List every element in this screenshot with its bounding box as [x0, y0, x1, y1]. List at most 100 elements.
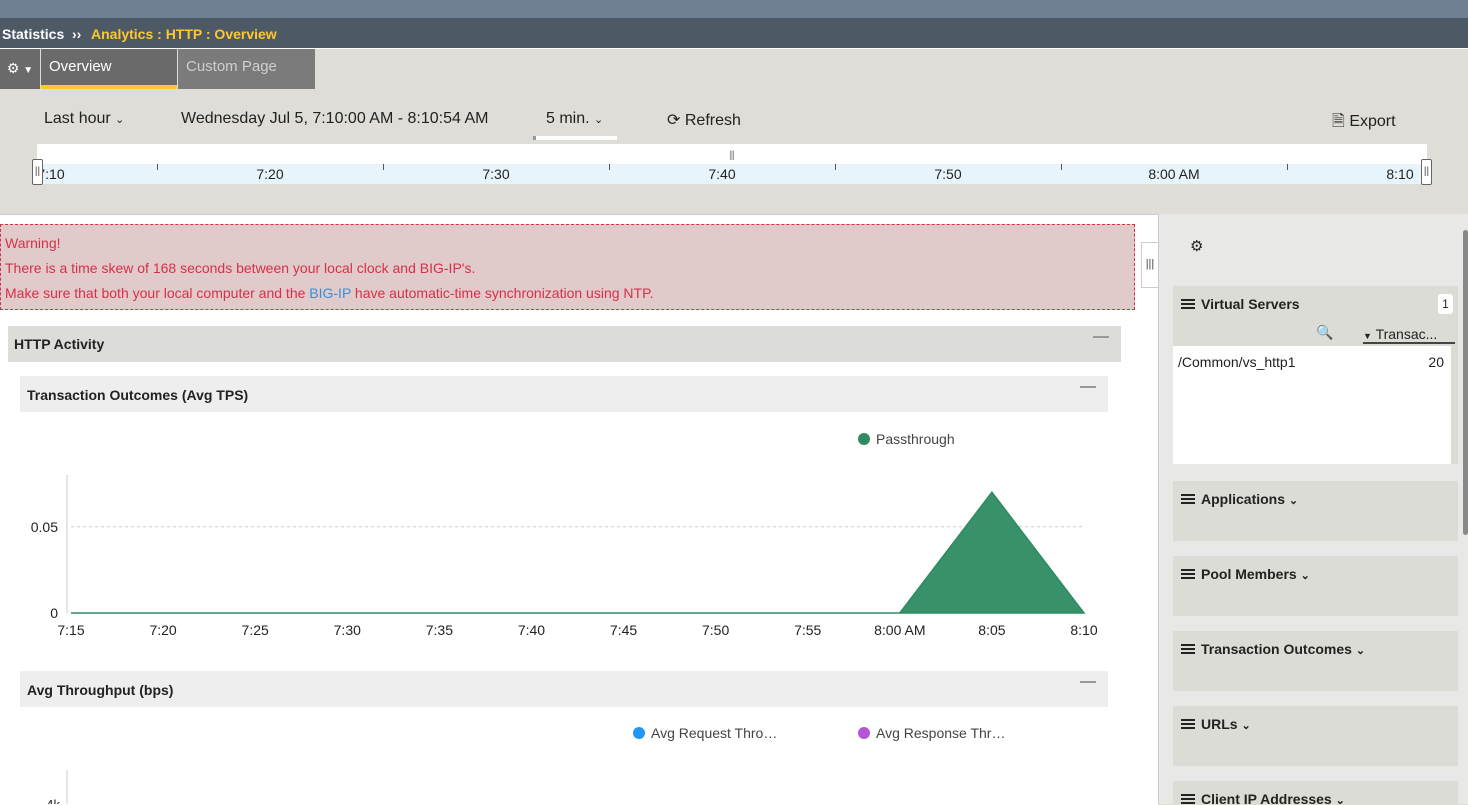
x-tick-label: 7:35	[426, 622, 453, 638]
timeline-start-handle[interactable]: ||	[32, 159, 43, 185]
legend-avg-response[interactable]: Avg Response Thr…	[858, 725, 1005, 741]
http-activity-header: HTTP Activity	[8, 326, 1121, 362]
x-tick-label: 7:20	[149, 622, 176, 638]
transaction-outcomes-header: Transaction Outcomes (Avg TPS)	[20, 376, 1108, 412]
caret-down-icon: ▼	[23, 65, 34, 76]
legend-avg-request[interactable]: Avg Request Thro…	[633, 725, 777, 741]
y-tick-label: 4k	[46, 797, 60, 804]
widget-title[interactable]: Client IP Addresses ⌄	[1181, 791, 1345, 804]
x-tick-label: 7:25	[242, 622, 269, 638]
widget-title-label: Applications	[1201, 491, 1286, 507]
hamburger-icon	[1181, 494, 1195, 504]
list-item[interactable]: /Common/vs_http1 20	[1178, 354, 1444, 370]
time-range-label: Last hour	[44, 110, 111, 127]
legend-label: Avg Request Thro…	[651, 725, 778, 741]
transaction-outcomes-chart: 0 0.05 7:15 7:20 7:25 7:30 7:35 7:40 7:45 7:50 7:5…	[31, 475, 1098, 638]
gear-icon[interactable]: ⚙	[1190, 237, 1203, 255]
chevron-down-icon: ⌄	[594, 114, 604, 126]
tab-custom-page[interactable]: Custom Page	[178, 49, 315, 89]
big-ip-link[interactable]: BIG-IP	[309, 285, 351, 301]
timeline-label: 8:10	[1386, 166, 1414, 182]
pdf-file-icon: 🗎	[1332, 113, 1345, 130]
warning-line: There is a time skew of 168 seconds betw…	[5, 260, 476, 276]
panel-title: Transaction Outcomes (Avg TPS)	[27, 387, 249, 403]
legend-dot-icon	[858, 433, 870, 445]
scrollbar[interactable]	[1463, 230, 1468, 535]
collapse-icon[interactable]	[1080, 681, 1096, 683]
timeline-end-handle[interactable]: ||	[1421, 159, 1432, 185]
hamburger-icon	[1181, 794, 1195, 804]
widget-title[interactable]: Applications ⌄	[1181, 491, 1298, 507]
refresh-icon: ⟳	[667, 112, 681, 129]
x-tick-label: 7:40	[518, 622, 545, 638]
interval-dropdown[interactable]: 5 min. ⌄	[546, 110, 603, 128]
top-strip	[0, 0, 1468, 18]
virtual-servers-widget: Virtual Servers 1 🔍 ▼ Transac... /Common…	[1173, 286, 1458, 464]
timeline-label: 7:20	[256, 166, 284, 182]
chevron-down-icon: ⌄	[1241, 720, 1251, 732]
widget-title[interactable]: Pool Members ⌄	[1181, 566, 1310, 582]
breadcrumb[interactable]: Analytics : HTTP : Overview	[91, 18, 277, 50]
legend-label: Passthrough	[876, 431, 955, 447]
sort-label: Transac...	[1375, 326, 1438, 342]
avg-throughput-header: Avg Throughput (bps)	[20, 671, 1108, 707]
widget-title[interactable]: Virtual Servers	[1181, 296, 1300, 312]
grip-icon[interactable]: |||	[729, 150, 735, 161]
legend-dot-icon	[633, 727, 645, 739]
time-range-dropdown[interactable]: Last hour ⌄	[44, 110, 124, 128]
chevron-down-icon: ⌄	[1355, 645, 1366, 657]
export-button[interactable]: 🗎 Export	[1332, 110, 1396, 137]
chevron-down-icon: ⌄	[115, 114, 125, 126]
vs-value: 20	[1428, 354, 1444, 370]
timeline-label: 8:00 AM	[1148, 166, 1200, 182]
timeline-tick	[835, 164, 836, 170]
refresh-button[interactable]: ⟳ Refresh	[667, 110, 741, 130]
chevron-down-icon: ⌄	[1335, 795, 1345, 804]
timeline-label: 7:30	[482, 166, 510, 182]
collapse-icon[interactable]	[1093, 336, 1109, 338]
widget-title-label: Virtual Servers	[1201, 296, 1300, 312]
tab-overview[interactable]: Overview	[41, 49, 177, 89]
timeline-slider[interactable]: ||| 7:10 7:20 7:30 7:40 7:50 8:00 AM 8:1…	[37, 144, 1427, 184]
legend-dot-icon	[858, 727, 870, 739]
x-tick-label: 7:50	[702, 622, 729, 638]
chevron-down-icon: ⌄	[1288, 495, 1299, 507]
warning-line: Make sure that both your local computer …	[5, 285, 654, 301]
warning-text: have automatic-time synchronization usin…	[351, 285, 654, 301]
widget-title-label: Pool Members	[1201, 566, 1297, 582]
collapse-icon[interactable]	[1080, 386, 1096, 388]
client-ip-widget: Client IP Addresses ⌄	[1173, 781, 1458, 804]
x-tick-label: 7:30	[334, 622, 361, 638]
y-tick-label: 0	[50, 605, 58, 621]
legend-label: Avg Response Thr…	[876, 725, 1006, 741]
refresh-label: Refresh	[684, 112, 741, 129]
hamburger-icon	[1181, 299, 1195, 309]
x-tick-label: 7:45	[610, 622, 637, 638]
timeline-label: 7:40	[708, 166, 736, 182]
x-tick-label: 7:55	[794, 622, 821, 638]
interval-label: 5 min.	[546, 110, 590, 127]
widget-title[interactable]: URLs ⌄	[1181, 716, 1251, 732]
interval-underline	[533, 136, 617, 140]
date-range-label: Wednesday Jul 5, 7:10:00 AM - 8:10:54 AM	[181, 110, 489, 127]
widget-title[interactable]: Transaction Outcomes ⌄	[1181, 641, 1365, 657]
hamburger-icon	[1181, 569, 1195, 579]
widget-title-label: URLs	[1201, 716, 1238, 732]
hamburger-icon	[1181, 644, 1195, 654]
tab-bar: ⚙ ▼ Overview Custom Page	[0, 48, 1468, 89]
count-badge: 1	[1438, 294, 1453, 314]
time-skew-warning: Warning! There is a time skew of 168 sec…	[0, 224, 1135, 310]
sort-dropdown[interactable]: ▼ Transac...	[1363, 326, 1455, 344]
pane-collapse-handle[interactable]: |||	[1141, 242, 1159, 288]
timeline-label: 7:50	[934, 166, 962, 182]
gear-icon: ⚙	[6, 60, 20, 76]
search-icon[interactable]: 🔍	[1316, 324, 1333, 341]
x-tick-label: 8:05	[978, 622, 1005, 638]
section-title: HTTP Activity	[14, 336, 105, 352]
widget-title-label: Client IP Addresses	[1201, 791, 1332, 804]
settings-menu-button[interactable]: ⚙ ▼	[0, 49, 40, 89]
vs-name: /Common/vs_http1	[1178, 354, 1296, 370]
legend-passthrough[interactable]: Passthrough	[858, 431, 955, 447]
applications-widget: Applications ⌄	[1173, 481, 1458, 541]
x-tick-label: 8:10	[1070, 622, 1097, 638]
